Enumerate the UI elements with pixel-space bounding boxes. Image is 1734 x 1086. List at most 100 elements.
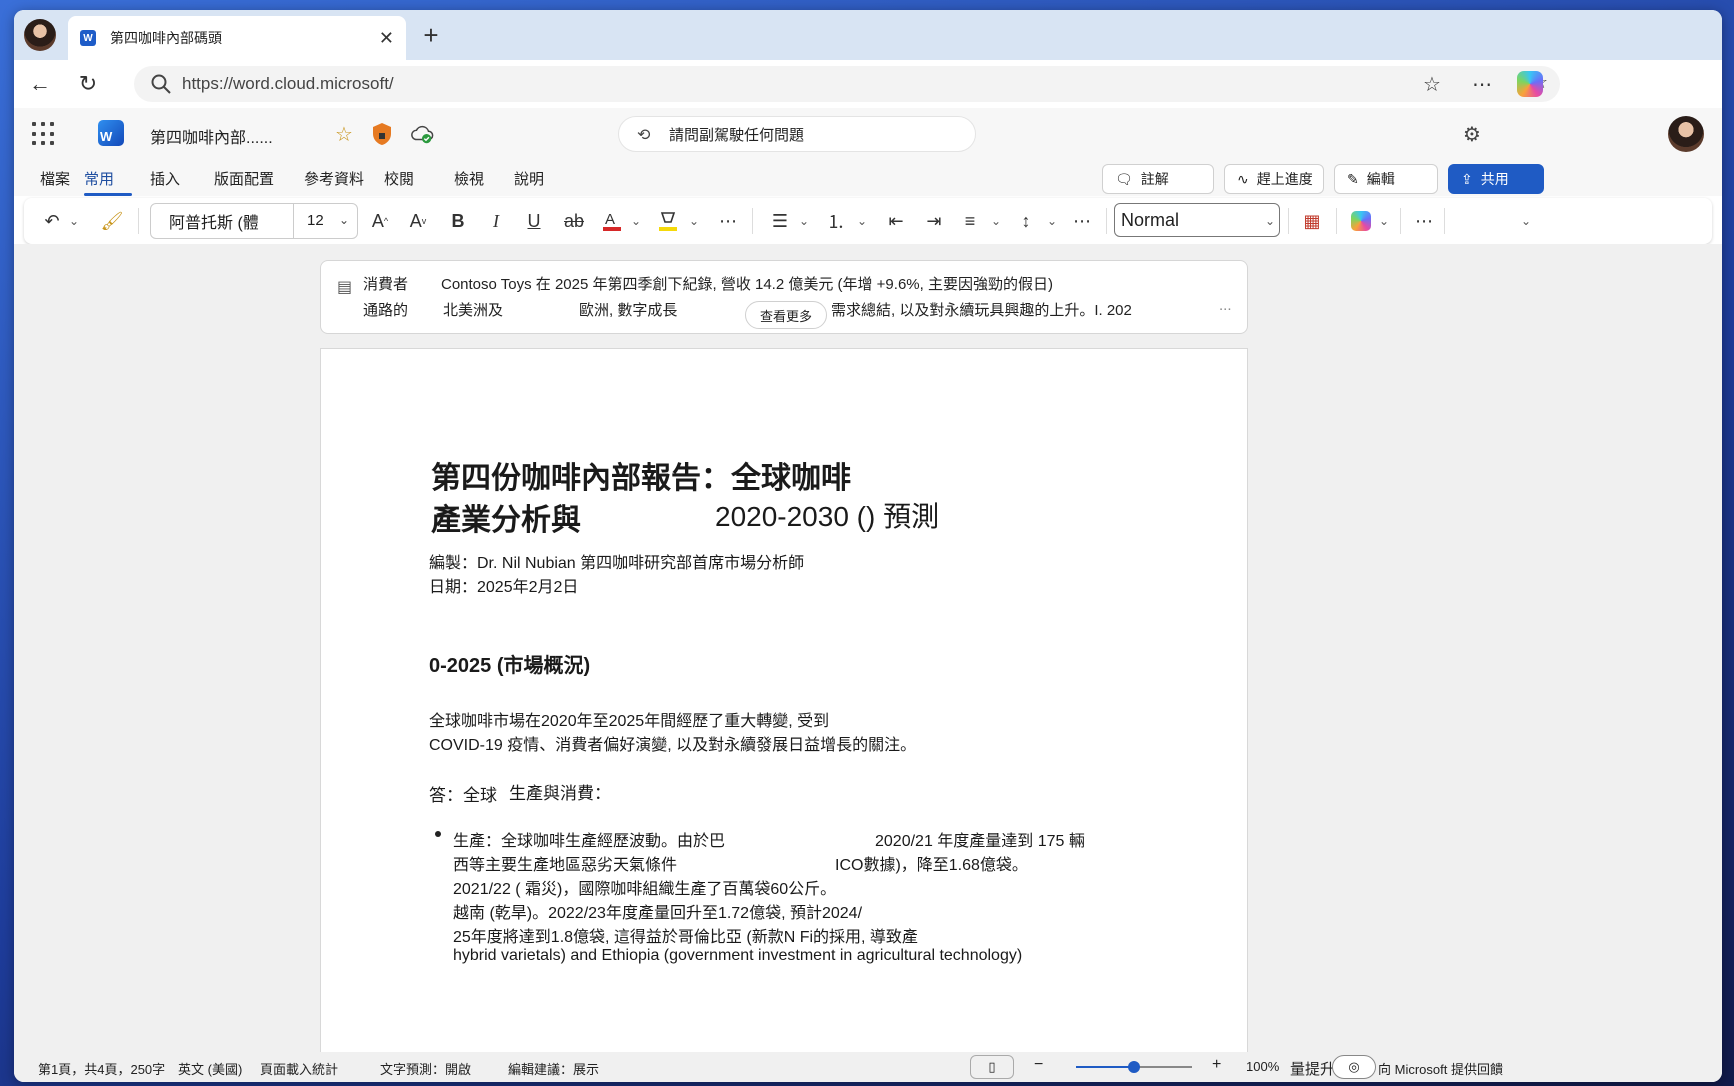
- url-text: https://word.cloud.microsoft/: [182, 74, 394, 93]
- expand-ribbon-icon[interactable]: ⌄: [1516, 208, 1536, 234]
- svg-text:A: A: [605, 211, 615, 228]
- address-bar[interactable]: https://word.cloud.microsoft/ ☆: [134, 66, 1560, 102]
- user-avatar[interactable]: [1668, 116, 1704, 152]
- zoom-slider-thumb[interactable]: [1128, 1061, 1140, 1073]
- settings-gear-icon[interactable]: ⚙: [1460, 122, 1484, 146]
- styles-gallery-icon[interactable]: ▦: [1300, 208, 1324, 234]
- see-more-label: 查看更多: [759, 308, 812, 324]
- undo-dropdown-icon[interactable]: ⌄: [66, 208, 82, 234]
- page-view-icon[interactable]: ▯: [970, 1055, 1014, 1079]
- line-spacing-icon[interactable]: ↕: [1014, 208, 1038, 234]
- bullets-icon[interactable]: ☰: [768, 208, 792, 234]
- shrink-font-icon[interactable]: Av: [406, 208, 430, 234]
- copilot-search-icon: ⟲: [637, 127, 651, 144]
- italic-icon[interactable]: I: [484, 208, 508, 234]
- tab-home[interactable]: 常用: [84, 168, 133, 196]
- page-count[interactable]: 第1頁，共4頁，250字: [38, 1059, 165, 1078]
- align-icon[interactable]: ≡: [958, 208, 982, 234]
- doc-author: 編製：Dr. Nil Nubian 第四咖啡研究部首席市場分析師: [429, 555, 805, 572]
- font-size-dropdown-icon[interactable]: ⌄: [339, 213, 349, 227]
- increase-indent-icon[interactable]: ⇥: [922, 208, 946, 234]
- refresh-icon[interactable]: ↻: [72, 68, 104, 100]
- close-tab-icon[interactable]: ✕: [379, 28, 394, 49]
- bullets-dropdown-icon[interactable]: ⌄: [796, 208, 812, 234]
- strikethrough-icon[interactable]: ab: [560, 208, 588, 234]
- tab-layout[interactable]: 版面配置: [214, 168, 274, 189]
- cloud-saved-icon[interactable]: [410, 122, 434, 146]
- copilot-dropdown-icon[interactable]: ⌄: [1376, 208, 1392, 234]
- intro-line-1: 全球咖啡市場在2020年至2025年間經歷了重大轉變, 受到: [429, 713, 830, 730]
- more-paragraph-options-icon[interactable]: ⋯: [1070, 208, 1094, 234]
- font-color-icon[interactable]: A: [600, 208, 624, 234]
- document-name[interactable]: 第四咖啡內部......: [150, 124, 273, 148]
- copilot-ask-box[interactable]: ⟲ 請問副駕駛任何問題: [618, 116, 976, 152]
- zoom-out-icon[interactable]: −: [1034, 1056, 1043, 1074]
- editing-button[interactable]: ✎ 編輯: [1334, 164, 1438, 194]
- word-logo-icon[interactable]: W: [98, 120, 124, 146]
- tab-view[interactable]: 檢視: [454, 168, 484, 189]
- numbering-dropdown-icon[interactable]: ⌄: [854, 208, 870, 234]
- font-color-dropdown-icon[interactable]: ⌄: [628, 208, 644, 234]
- undo-icon[interactable]: ↶: [40, 208, 64, 234]
- zoom-slider[interactable]: [1076, 1061, 1192, 1073]
- focus-mode-icon[interactable]: ◎: [1332, 1055, 1376, 1079]
- zoom-in-icon[interactable]: +: [1212, 1056, 1221, 1074]
- tab-strip: W 第四咖啡內部碼頭 ✕ +: [14, 10, 1722, 60]
- word-app-header: W 第四咖啡內部...... ☆ ⟲ 請問副駕駛任何問題 ⚙: [14, 108, 1722, 160]
- more-options-icon[interactable]: ⋯: [1466, 68, 1498, 100]
- bold-icon[interactable]: B: [446, 208, 470, 234]
- divider: [1106, 208, 1107, 234]
- grow-font-icon[interactable]: A ^: [368, 208, 392, 234]
- tab-file[interactable]: 檔案: [40, 168, 70, 189]
- see-more-button[interactable]: 查看更多: [745, 301, 827, 329]
- share-icon: ⇪: [1461, 170, 1473, 187]
- document-page[interactable]: 第四份咖啡內部報告：全球咖啡 產業分析與 2020-2030 () 預測 編製：…: [320, 348, 1248, 1052]
- star-icon[interactable]: ☆: [332, 122, 356, 146]
- favorites-icon[interactable]: ☆: [1416, 68, 1448, 100]
- browser-profile-avatar[interactable]: [24, 19, 56, 51]
- tab-references[interactable]: 參考資料: [304, 168, 364, 189]
- copilot-icon[interactable]: [1514, 68, 1546, 100]
- doc-title-line-2b: 2020-2030 () 預測: [715, 501, 940, 532]
- browser-tab[interactable]: W 第四咖啡內部碼頭 ✕: [68, 16, 406, 60]
- comments-button[interactable]: 🗨 註解: [1102, 164, 1214, 194]
- address-bar-row: ← ↻ https://word.cloud.microsoft/ ☆ ☆ ⋯: [14, 60, 1722, 108]
- share-button[interactable]: ⇪ 共用: [1448, 164, 1544, 194]
- highlight-dropdown-icon[interactable]: ⌄: [686, 208, 702, 234]
- new-tab-icon[interactable]: +: [416, 20, 446, 50]
- style-dropdown-icon[interactable]: ⌄: [1260, 208, 1280, 234]
- highlight-icon[interactable]: [656, 208, 680, 234]
- catch-up-button[interactable]: ∿ 趕上進度: [1224, 164, 1324, 194]
- share-label: 共用: [1480, 171, 1509, 187]
- document-canvas[interactable]: ▤ 消費者 通路的 Contoso Toys 在 2025 年第四季創下紀錄, …: [14, 244, 1722, 1052]
- format-painter-icon[interactable]: 🖌: [100, 208, 124, 234]
- font-size-value[interactable]: 12: [307, 212, 324, 229]
- feedback-link[interactable]: 向 Microsoft 提供回饋: [1378, 1059, 1503, 1078]
- page-load-stats[interactable]: 頁面載入統計: [260, 1059, 338, 1078]
- app-launcher-icon[interactable]: [32, 122, 56, 146]
- style-selector[interactable]: Normal: [1114, 203, 1280, 237]
- summary-line-2a: 北美洲及: [443, 302, 504, 319]
- language-status[interactable]: 英文 (美國): [178, 1059, 242, 1078]
- font-name-box[interactable]: 阿普托斯 (體 12 ⌄: [150, 203, 358, 239]
- tab-insert[interactable]: 插入: [150, 168, 180, 189]
- summary-line-2c: 需求總結, 以及對永續玩具興趣的上升。I. 202: [831, 302, 1132, 319]
- tab-help[interactable]: 說明: [514, 168, 544, 189]
- align-dropdown-icon[interactable]: ⌄: [988, 208, 1004, 234]
- line-spacing-dropdown-icon[interactable]: ⌄: [1044, 208, 1060, 234]
- back-icon[interactable]: ←: [24, 68, 56, 100]
- bullet-line-5: 25年度將達到1.8億袋, 這得益於哥倫比亞 (新款N Fi的採用, 導致產: [453, 929, 918, 946]
- decrease-indent-icon[interactable]: ⇤: [884, 208, 908, 234]
- copilot-summary-banner: ▤ 消費者 通路的 Contoso Toys 在 2025 年第四季創下紀錄, …: [320, 260, 1248, 334]
- subheading-a: 答：全球: [429, 786, 497, 805]
- more-font-options-icon[interactable]: ⋯: [716, 208, 740, 234]
- zoom-level[interactable]: 100%: [1246, 1059, 1279, 1074]
- editor-suggestions-status[interactable]: 編輯建議：展示: [508, 1059, 599, 1078]
- sensitivity-shield-icon[interactable]: [370, 122, 394, 146]
- tab-review[interactable]: 校閱: [384, 168, 414, 189]
- more-ribbon-options-icon[interactable]: ⋯: [1412, 208, 1436, 234]
- text-prediction-status[interactable]: 文字預測：開啟: [380, 1059, 471, 1078]
- copilot-ribbon-icon[interactable]: [1348, 208, 1374, 234]
- underline-icon[interactable]: U: [522, 208, 546, 234]
- numbering-icon[interactable]: ⒈: [824, 208, 848, 234]
